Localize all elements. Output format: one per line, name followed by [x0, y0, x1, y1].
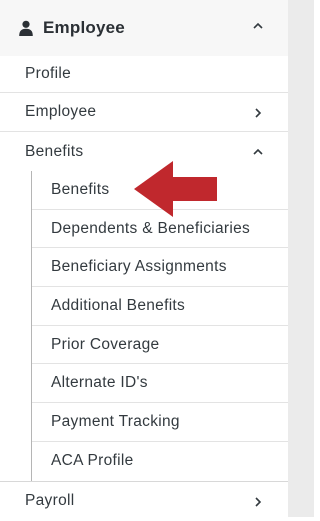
menu-item-employee[interactable]: Employee — [0, 93, 288, 132]
submenu-item-additional-benefits[interactable]: Additional Benefits — [31, 287, 288, 326]
submenu-item-alternate-ids[interactable]: Alternate ID's — [31, 364, 288, 404]
submenu-item-payment-tracking[interactable]: Payment Tracking — [31, 403, 288, 442]
menu-header-title: Employee — [43, 18, 125, 37]
menu-item-profile[interactable]: Profile — [0, 56, 288, 93]
menu-item-label: Benefits — [25, 142, 84, 160]
chevron-up-icon[interactable] — [252, 20, 264, 32]
menu-item-payroll[interactable]: Payroll — [0, 482, 288, 521]
chevron-right-icon — [255, 108, 262, 118]
chevron-up-icon — [253, 148, 263, 155]
red-arrow-icon — [134, 161, 217, 217]
employee-side-menu: Employee Profile Employee Benefits Benef… — [0, 0, 288, 517]
page-background-strip — [288, 0, 314, 517]
submenu-divider-line — [31, 171, 32, 481]
menu-item-label: Employee — [25, 103, 97, 120]
submenu-item-prior-coverage[interactable]: Prior Coverage — [31, 326, 288, 365]
menu-item-label: Profile — [25, 65, 72, 82]
submenu-item-beneficiary-assignments[interactable]: Beneficiary Assignments — [31, 248, 288, 288]
user-icon — [19, 20, 33, 36]
chevron-right-icon — [255, 496, 262, 507]
submenu-item-aca-profile[interactable]: ACA Profile — [31, 442, 288, 481]
menu-item-label: Payroll — [25, 492, 75, 509]
menu-header-employee[interactable]: Employee — [0, 0, 288, 56]
